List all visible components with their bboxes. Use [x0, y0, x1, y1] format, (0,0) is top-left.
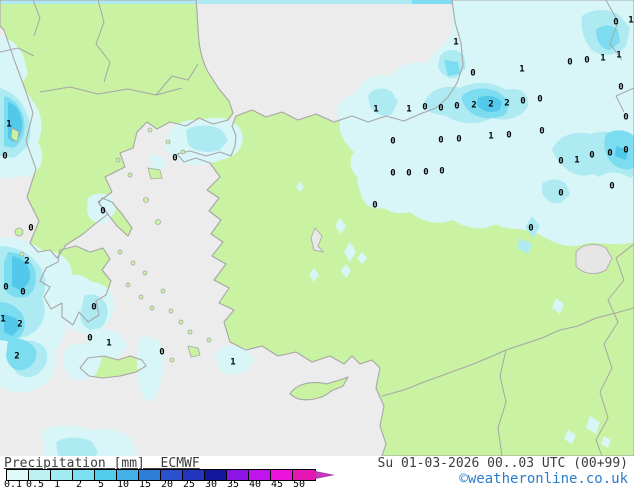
- precip-value: 1: [600, 53, 606, 64]
- precip-value: 2: [14, 351, 20, 362]
- weather-map-screen: 1020012200001010110002220010100110100001…: [0, 0, 634, 490]
- precip-value: 0: [609, 181, 615, 192]
- precip-value: 0: [567, 57, 573, 68]
- precip-value: 1: [0, 314, 6, 325]
- precip-value: 2: [24, 256, 30, 267]
- colorbar-tick-label: 10: [116, 479, 130, 490]
- precip-value: 0: [2, 151, 8, 162]
- precip-value: 0: [623, 145, 629, 156]
- precip-value: 0: [506, 130, 512, 141]
- precip-value: 2: [471, 100, 477, 111]
- colorbar-tick-label: 30: [204, 479, 218, 490]
- precip-value: 0: [589, 150, 595, 161]
- precip-value: 0: [558, 156, 564, 167]
- precip-value: 1: [406, 104, 412, 115]
- precip-value: 0: [558, 188, 564, 199]
- precip-value: 0: [539, 126, 545, 137]
- precip-value: 0: [422, 102, 428, 113]
- colorbar-tick-label: 35: [226, 479, 240, 490]
- precip-value: 1: [230, 357, 236, 368]
- precip-value: 1: [616, 50, 622, 61]
- precip-value: 0: [3, 282, 9, 293]
- precip-value: 0: [607, 148, 613, 159]
- precip-value: 0: [438, 135, 444, 146]
- precip-value: 0: [87, 333, 93, 344]
- precip-value: 0: [406, 168, 412, 179]
- colorbar-tick-label: 1: [53, 479, 61, 490]
- precipitation-map: 1020012200001010110002220010100110100001…: [0, 0, 634, 456]
- precip-value: 0: [91, 302, 97, 313]
- precip-value: 0: [520, 96, 526, 107]
- colorbar-tick-label: 40: [248, 479, 262, 490]
- precip-value: 0: [623, 112, 629, 123]
- precip-value: 0: [528, 223, 534, 234]
- precip-value: 0: [537, 94, 543, 105]
- precip-value: 1: [106, 338, 112, 349]
- colorbar-tick-label: 5: [97, 479, 105, 490]
- colorbar-tick-label: 45: [270, 479, 284, 490]
- precip-value: 0: [618, 82, 624, 93]
- precip-value: 0: [470, 68, 476, 79]
- precip-value: 0: [100, 206, 106, 217]
- colorbar-tick-label: 15: [138, 479, 152, 490]
- precip-value: 0: [28, 223, 34, 234]
- colorbar-tick-label: 20: [160, 479, 174, 490]
- station-values-layer: 1020012200001010110002220010100110100001…: [0, 0, 634, 456]
- precip-value: 0: [390, 168, 396, 179]
- precip-value: 0: [390, 136, 396, 147]
- precip-value: 0: [456, 134, 462, 145]
- precip-value: 2: [504, 98, 510, 109]
- colorbar-tick-label: 2: [75, 479, 83, 490]
- precip-value: 0: [372, 200, 378, 211]
- precip-value: 1: [6, 119, 12, 130]
- precip-value: 0: [423, 167, 429, 178]
- precip-value: 0: [613, 17, 619, 28]
- precip-value: 1: [453, 37, 459, 48]
- precip-value: 0: [439, 166, 445, 177]
- colorbar-tick-label: 0.1: [3, 479, 23, 490]
- validity-datetime: Su 01-03-2026 00..03 UTC (00+99): [377, 456, 628, 471]
- colorbar-tick-label: 50: [292, 479, 306, 490]
- colorbar-labels: 0.1 0.5 1 2 5 10 15 20 25 30 35 40 45 50: [2, 479, 332, 490]
- colorbar-tick-label: 25: [182, 479, 196, 490]
- precip-value: 1: [488, 131, 494, 142]
- colorbar-tick-label: 0.5: [25, 479, 45, 490]
- precip-value: 1: [628, 15, 634, 26]
- precip-value: 1: [373, 104, 379, 115]
- precip-value: 0: [454, 101, 460, 112]
- precip-value: 1: [519, 64, 525, 75]
- precip-value: 0: [159, 347, 165, 358]
- precip-value: 0: [20, 287, 26, 298]
- precip-value: 0: [172, 153, 178, 164]
- precip-value: 0: [438, 103, 444, 114]
- precip-value: 0: [584, 55, 590, 66]
- precip-value: 2: [17, 319, 23, 330]
- legend-bar: Precipitation [mm] ECMWF 0.1 0.5 1 2 5 10 15 20…: [0, 456, 634, 490]
- precip-value: 1: [574, 155, 580, 166]
- precip-value: 2: [488, 99, 494, 110]
- copyright: ©weatheronline.co.uk: [459, 471, 628, 487]
